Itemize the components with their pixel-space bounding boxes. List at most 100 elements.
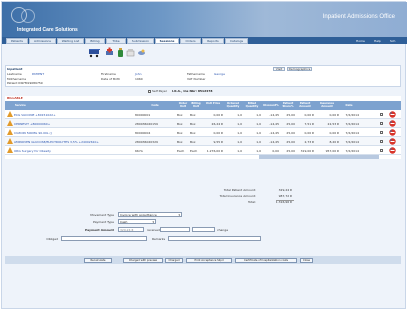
cell-share: 25,00 (286, 113, 295, 117)
row-checkbox[interactable] (380, 131, 383, 134)
dob-value: 1960 (135, 76, 143, 81)
tab-waiting-list[interactable]: Waiting List (57, 38, 84, 44)
cell-unit-price: 9,55 € (213, 140, 223, 144)
recalculate-button[interactable]: Recalculate (84, 257, 112, 263)
charged-with-preview-button[interactable]: Charged with preview (123, 257, 163, 263)
row-checkbox[interactable] (380, 122, 383, 125)
close-button[interactable]: Close (300, 257, 313, 263)
delete-icon[interactable] (389, 147, 396, 154)
total-insurance-label: Total Insurance Amount: (219, 194, 256, 198)
patient-panel: Inpatient Visit Demographics Lastname PA… (5, 65, 401, 87)
payment-type-label: Payment Type (93, 220, 114, 224)
change-input[interactable] (192, 227, 215, 232)
tab-catalogs[interactable]: Catalogs (225, 38, 248, 44)
cell-service[interactable]: AMINOVEN GLUCOSE/ELECTROLYTES 3,5% +2400… (14, 140, 134, 144)
vat-label: VAT Number (187, 76, 206, 81)
row-checkbox[interactable] (380, 140, 383, 143)
payment-type-select[interactable]: Cash ▾ (118, 219, 156, 224)
cell-code: 280036020159 (135, 122, 158, 126)
table-row[interactable]: AMINOVEN GLUCOSE/ELECTROLYTES 3,5% +2400… (5, 137, 401, 146)
table-row[interactable]: CERNEVIT +80000060+ 280036020159 Box Box 26,… (5, 119, 401, 128)
table-row[interactable]: ORG Surgery for Obesity 667A Each Each 1.276… (5, 146, 401, 155)
col-ordered-quantity[interactable]: Ordered Quantity (224, 102, 242, 108)
tab-tribe[interactable]: Tribe (106, 38, 126, 44)
row-checkbox[interactable] (380, 113, 383, 116)
home-link[interactable]: Home (356, 38, 365, 44)
mothername-label: Mothername (7, 76, 27, 81)
service-type-icon (7, 138, 13, 144)
cell-code: 80000004 (135, 131, 151, 135)
cell-insurance-amount: 22,53 € (327, 122, 339, 126)
cell-unit-price: 26,24 € (211, 122, 223, 126)
cell-service[interactable]: CERNEVIT +80000060+ (14, 122, 134, 126)
table-row[interactable]: ECG VACCINE +80151022+ 80000001 Box Box 0,00… (5, 110, 401, 119)
cell-discount: -14,45 (269, 131, 279, 135)
col-unit-price[interactable]: Unit Price (203, 102, 223, 105)
col-billing-unit[interactable]: Billing Unit (190, 102, 202, 108)
cart-icon[interactable] (88, 47, 101, 58)
payment-amount-input[interactable]: 329,24 € (118, 227, 144, 232)
pill-icon[interactable] (137, 47, 146, 58)
main-nav: Patients Admissions Waiting List Billing… (2, 37, 407, 44)
charged-button[interactable]: Charged (165, 257, 183, 263)
cell-billing-unit: Box (190, 131, 196, 135)
tab-orders[interactable]: Orders (180, 38, 201, 44)
cell-billed: 1,0 (256, 149, 261, 153)
bottle-icon[interactable] (116, 47, 125, 58)
tab-sessions[interactable]: Sessions (155, 38, 179, 44)
obliged-input[interactable] (61, 236, 147, 241)
payment-amount-label: Payment Amount (85, 228, 114, 232)
tab-billing[interactable]: Billing (85, 38, 105, 44)
tab-reports[interactable]: Reports (202, 38, 224, 44)
dob-label: Date of Birth (101, 76, 121, 81)
col-code[interactable]: Code (135, 104, 175, 107)
cell-code: 280036020329 (135, 140, 158, 144)
cell-insurance-amount: 0,00 € (329, 131, 339, 135)
lastname-value: PATIENT (32, 72, 45, 76)
certificate-button[interactable]: Certificate of hospitalization costs (235, 257, 297, 263)
tab-submission[interactable]: Submission (127, 38, 154, 44)
col-patient-share[interactable]: Patient Share% (281, 102, 295, 108)
table-row[interactable]: CUZOIN 500MG 90.00L () 80000004 Box Box 0,00… (5, 128, 401, 137)
help-link[interactable]: Help (374, 38, 381, 44)
cell-code: 667A (135, 149, 143, 153)
cart-add-icon[interactable] (105, 47, 114, 58)
print-acceptance-slip-button[interactable]: Print Acceptance Slipd (186, 257, 232, 263)
cell-service[interactable]: CUZOIN 500MG 90.00L () (14, 131, 134, 135)
schedule-link[interactable]: Sch (390, 38, 395, 44)
cell-service[interactable]: ORG Surgery for Obesity (14, 149, 134, 153)
firstname-label: Firstname (101, 72, 116, 76)
self-payer-checkbox[interactable] (148, 89, 151, 93)
delete-icon[interactable] (389, 138, 396, 145)
toolbar (2, 45, 407, 61)
col-insurance-amount[interactable]: Insurance Amount (315, 102, 339, 108)
col-order-unit[interactable]: Order Unit (177, 102, 189, 108)
col-service[interactable]: Service (13, 104, 103, 107)
col-discount[interactable]: Discount% (261, 104, 281, 107)
cell-billing-unit: Box (190, 140, 196, 144)
delete-icon[interactable] (389, 111, 396, 118)
delete-icon[interactable] (389, 120, 396, 127)
patient-section-title: Inpatient (7, 67, 23, 71)
col-billed-quantity[interactable]: Billed Quantity (243, 102, 261, 108)
col-patient-amount[interactable]: Patient Amount (296, 102, 314, 108)
cell-order-unit: Box (177, 122, 183, 126)
service-type-icon (7, 129, 13, 135)
remarks-input[interactable] (168, 236, 261, 241)
delete-icon[interactable] (389, 129, 396, 136)
cell-service[interactable]: ECG VACCINE +80151022+ (14, 113, 134, 117)
row-checkbox[interactable] (380, 149, 383, 152)
cell-patient-amount: 7,51 € (304, 122, 314, 126)
cell-billed: 1,0 (256, 113, 261, 117)
demographics-button[interactable]: Demographics (287, 67, 312, 71)
col-date[interactable]: Date (339, 104, 359, 107)
totals-panel: Total Patient Amount: 329,24 € Total Ins… (172, 188, 294, 206)
logo: Integrated Care Solutions (7, 5, 78, 33)
tab-admissions[interactable]: Admissions (29, 38, 56, 44)
cell-date: 7/2/2014 (345, 113, 359, 117)
tab-patients[interactable]: Patients (6, 38, 28, 44)
movement-type-select[interactable]: Invoice with acquittance ▾ (118, 212, 182, 217)
medicine-icon[interactable] (126, 47, 135, 58)
visit-button[interactable]: Visit (273, 67, 285, 71)
received-input[interactable] (160, 227, 190, 232)
